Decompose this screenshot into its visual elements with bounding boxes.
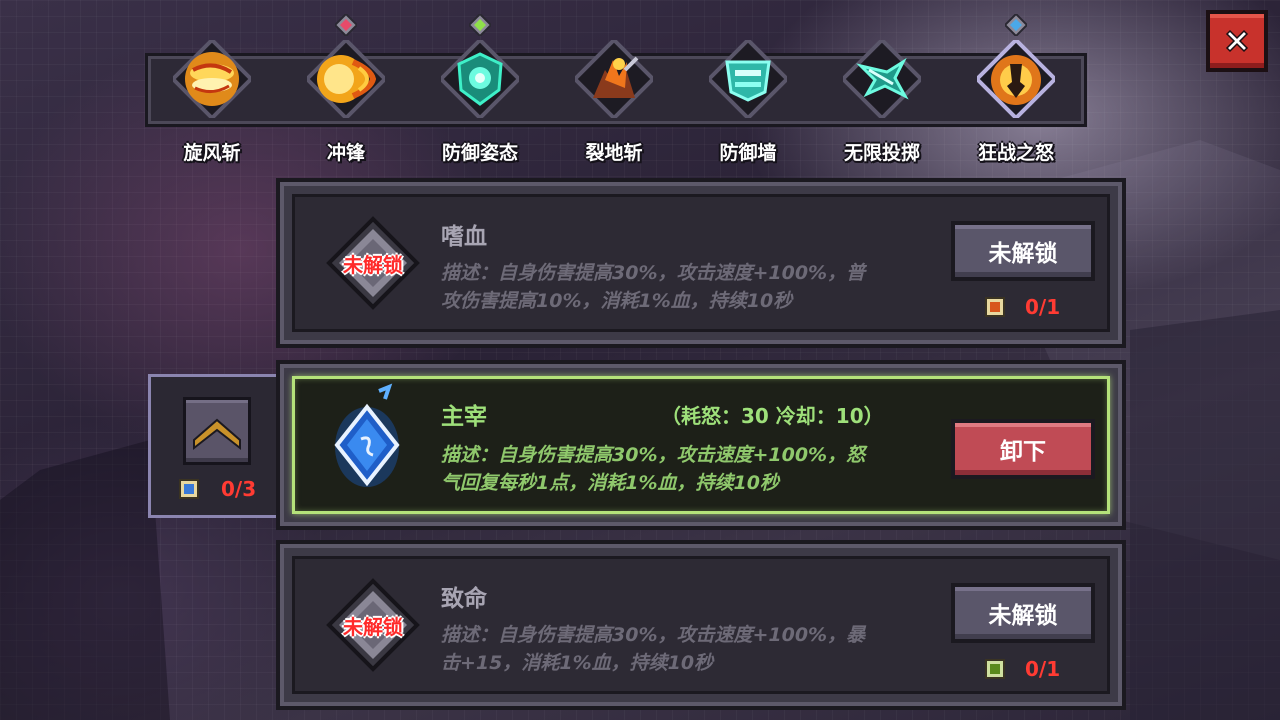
unlock-count: 0/1 [1025,657,1061,681]
locked-talent-icon: 未解锁 [325,215,421,311]
skill-slot-charge[interactable]: 冲锋 [291,14,401,168]
ground-split-icon [593,56,639,98]
dominance-talent-icon [319,383,415,487]
gem-indicator-icon [335,14,357,36]
unlock-count: 0/1 [1025,295,1061,319]
card-description: 描述：自身伤害提高30%，攻击速度+100%，普 攻伤害提高10%，消耗1%血，… [441,262,866,312]
skill-label: 狂战之怒 [977,142,1054,164]
skill-label: 旋风斩 [183,142,241,164]
skill-slot-ground-split[interactable]: 裂地斩 [559,40,669,168]
lock-label: 未解锁 [343,253,403,277]
gem-indicator-icon [469,14,491,36]
skill-card-lethal: 未解锁 致命 描述：自身伤害提高30%，攻击速度+100%，暴 击+15，消耗1… [276,540,1126,710]
skill-label: 裂地斩 [585,142,643,164]
card-title: 嗜血 [441,224,487,250]
defensive-stance-icon [457,52,503,106]
skill-card-bloodthirst: 未解锁 嗜血 描述：自身伤害提高30%，攻击速度+100%，普 攻伤害提高10%… [276,178,1126,348]
lock-label: 未解锁 [343,615,403,639]
card-title: 致命 [441,586,487,612]
locked-button[interactable]: 未解锁 [951,583,1095,643]
skill-label: 防御姿态 [441,142,518,164]
defense-wall-icon [725,60,771,102]
skill-label: 冲锋 [326,142,365,164]
skill-label: 无限投掷 [843,142,920,164]
skill-slot-berserker-rage[interactable]: 狂战之怒 [961,14,1071,168]
upgrade-count: 0/3 [221,477,257,501]
infinite-throw-icon [856,57,909,100]
unequip-button[interactable]: 卸下 [951,419,1095,479]
close-icon [1225,29,1249,53]
berserker-rage-icon [991,55,1041,105]
skill-slot-infinite-throw[interactable]: 无限投掷 [827,40,937,168]
unlock-cost: 0/1 [985,657,1095,683]
upgrade-panel: 0/3 [148,374,284,518]
locked-button[interactable]: 未解锁 [951,221,1095,281]
whirlwind-slash-icon [185,52,239,106]
gem-indicator-icon [1005,14,1027,36]
skill-slot-defensive-stance[interactable]: 防御姿态 [425,14,535,168]
skill-slot-whirlwind-slash[interactable]: 旋风斩 [157,40,267,168]
crit-book-icon [985,659,1005,679]
skill-card-dominance: 主宰 （耗怒：30 冷却：10） 描述：自身伤害提高30%，攻击速度+100%，… [276,360,1126,530]
close-button[interactable] [1206,10,1268,72]
card-title: 主宰 [441,404,487,430]
unlock-cost: 0/1 [985,295,1095,321]
card-description: 描述：自身伤害提高30%，攻击速度+100%，怒 气回复每秒1点，消耗1%血，持… [441,444,866,494]
locked-talent-icon: 未解锁 [325,577,421,673]
skill-slot-defense-wall[interactable]: 防御墙 [693,40,803,168]
skill-book-icon [179,479,199,499]
chevron-up-icon [193,418,241,451]
card-description: 描述：自身伤害提高30%，攻击速度+100%，暴 击+15，消耗1%血，持续10… [441,624,866,674]
rage-cost-cooldown: （耗怒：30 冷却：10） [661,404,884,428]
upgrade-button[interactable] [183,397,251,465]
rage-book-icon [985,297,1005,317]
charge-icon [317,55,377,103]
skill-label: 防御墙 [719,142,777,164]
